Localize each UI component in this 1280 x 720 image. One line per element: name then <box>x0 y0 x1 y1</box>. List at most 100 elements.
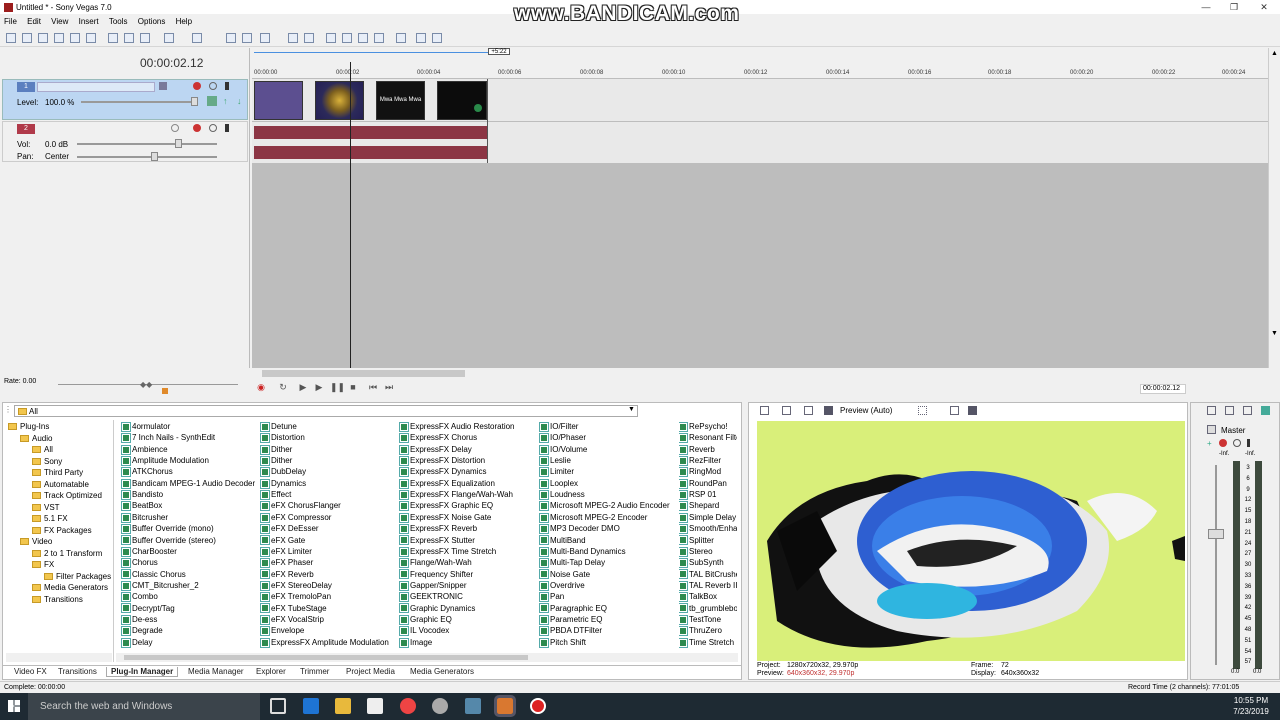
volume-slider-knob[interactable] <box>175 139 182 148</box>
plugin-list-item[interactable]: PBDA DTFilter <box>539 625 602 637</box>
plugin-list-item[interactable]: MP3 Decoder DMO <box>539 523 620 535</box>
tab-media-manager[interactable]: Media Manager <box>188 667 244 676</box>
taskbar-search-box[interactable]: Search the web and Windows <box>28 693 260 720</box>
save-icon[interactable] <box>38 33 48 43</box>
plugin-list-item[interactable]: Effect <box>260 489 291 500</box>
app-icon[interactable] <box>465 698 481 714</box>
plugin-list-item[interactable]: Buffer Override (stereo) <box>121 535 216 546</box>
tree-item[interactable]: Automatable <box>32 480 89 489</box>
menu-help[interactable]: Help <box>172 15 196 26</box>
plugin-list-item[interactable]: Smooth/Enhance <box>679 523 737 535</box>
taskbar-clock[interactable]: 10:55 PM 7/23/2019 <box>1226 695 1276 717</box>
plugin-list-item[interactable]: TestTone <box>679 614 737 625</box>
master-fader-knob[interactable] <box>1208 529 1224 539</box>
downmix-icon[interactable] <box>1225 406 1234 415</box>
pan-slider-knob[interactable] <box>151 152 158 161</box>
plugin-list-item[interactable]: Noise Gate <box>539 569 590 580</box>
play-from-start-icon[interactable]: ▶ <box>298 382 308 392</box>
plugin-list-item[interactable]: Bitcrusher <box>121 512 168 523</box>
plugin-list-item[interactable]: ExpressFX Time Stretch <box>399 546 496 557</box>
plugin-list-item[interactable]: GEEKTRONIC <box>399 591 463 603</box>
track-fx-icon[interactable] <box>193 124 201 132</box>
tab-plugin-manager[interactable]: Plug-In Manager <box>106 667 179 677</box>
normal-edit-icon[interactable] <box>326 33 336 43</box>
plugin-list-item[interactable]: Multi-Band Dynamics <box>539 546 626 557</box>
level-slider[interactable] <box>81 101 197 103</box>
plugin-list-item[interactable]: eFX DeEsser <box>260 523 319 535</box>
pan-slider[interactable] <box>77 156 217 158</box>
tree-scrollbar[interactable] <box>6 653 112 662</box>
plugin-list-item[interactable]: eFX StereoDelay <box>260 580 332 591</box>
undo-icon[interactable] <box>164 33 174 43</box>
plugin-list-item[interactable]: ExpressFX Equalization <box>399 478 495 489</box>
plugin-list-item[interactable]: CharBooster <box>121 546 177 557</box>
split-screen-icon[interactable] <box>804 406 813 415</box>
plugin-list-item[interactable]: Classic Chorus <box>121 569 186 580</box>
plugin-list-item[interactable]: De-ess <box>121 614 157 625</box>
tree-item[interactable]: Track Optimized <box>32 491 102 500</box>
overlays-icon[interactable] <box>824 406 833 415</box>
tree-item[interactable]: Transitions <box>32 595 83 604</box>
plugin-list-item[interactable]: Bandisto <box>121 489 163 500</box>
insert-bus-icon[interactable] <box>1261 406 1270 415</box>
compositing-icon[interactable] <box>207 96 217 106</box>
grid-icon[interactable] <box>918 406 927 415</box>
plugin-list-item[interactable]: ExpressFX Distortion <box>399 455 485 466</box>
menu-file[interactable]: File <box>0 15 21 26</box>
open-icon[interactable] <box>22 33 32 43</box>
preview-quality-select[interactable]: Preview (Auto) <box>840 406 892 415</box>
plugin-list-item[interactable]: RePsycho! <box>679 421 737 432</box>
plugin-list-item[interactable]: ExpressFX Stutter <box>399 535 475 546</box>
save-as-icon[interactable] <box>54 33 64 43</box>
plugin-list-item[interactable]: eFX ChorusFlanger <box>260 500 341 512</box>
pause-icon[interactable]: ❚❚ <box>330 382 345 392</box>
plugin-list-item[interactable]: Dynamics <box>260 478 306 489</box>
tree-item[interactable]: FX <box>32 560 54 569</box>
master-solo-icon[interactable] <box>1247 439 1250 447</box>
tab-transitions[interactable]: Transitions <box>58 667 97 676</box>
loop-playback-icon[interactable]: ↻ <box>278 382 288 392</box>
plugin-list-item[interactable]: TalkBox <box>679 591 737 603</box>
plugin-list-item[interactable]: tb_grumblebox <box>679 603 737 614</box>
plugin-list-item[interactable]: Time Stretch <box>679 637 737 648</box>
stop-icon[interactable]: ■ <box>348 382 358 392</box>
video-clip-thumbnail[interactable] <box>437 81 487 120</box>
rate-slider-knob[interactable]: ◆◆ <box>140 380 156 389</box>
plugin-list-item[interactable]: Loudness <box>539 489 585 500</box>
plugin-list-item[interactable]: RingMod <box>679 466 737 478</box>
plugin-list-item[interactable]: RSP 01 <box>679 489 737 500</box>
mute-icon[interactable] <box>209 82 217 90</box>
plugin-list-item[interactable]: ExpressFX Dynamics <box>399 466 486 478</box>
plugin-list-item[interactable]: Bandicam MPEG-1 Audio Decoder <box>121 478 255 489</box>
snap-icon[interactable] <box>226 33 236 43</box>
tab-explorer[interactable]: Explorer <box>256 667 286 676</box>
loop-end-marker[interactable]: +5:22 <box>488 48 510 55</box>
plugin-list-item[interactable]: Paragraphic EQ <box>539 603 607 614</box>
plugin-list-item[interactable]: Graphic EQ <box>399 614 452 625</box>
tree-item[interactable]: Third Party <box>32 468 83 477</box>
volume-slider[interactable] <box>77 143 217 145</box>
plugin-list-item[interactable]: Multi-Tap Delay <box>539 557 605 569</box>
plugin-list-item[interactable]: Microsoft MPEG-2 Audio Encoder <box>539 500 670 512</box>
child-icon[interactable]: ↓ <box>237 96 245 106</box>
menu-edit[interactable]: Edit <box>23 15 45 26</box>
master-fx-icon[interactable] <box>1219 439 1227 447</box>
lock-envelopes-icon[interactable] <box>288 33 298 43</box>
solo-icon[interactable] <box>225 82 229 90</box>
tab-media-generators[interactable]: Media Generators <box>410 667 474 676</box>
parent-icon[interactable]: ↑ <box>223 96 231 106</box>
menu-tools[interactable]: Tools <box>105 15 132 26</box>
plugin-list-item[interactable]: TAL BitCrusher <box>679 569 737 580</box>
save-snapshot-icon[interactable] <box>968 406 977 415</box>
plugin-list-item[interactable]: eFX Gate <box>260 535 305 546</box>
plugin-list-item[interactable]: Distortion <box>260 432 305 444</box>
plugin-list-item[interactable]: Pitch Shift <box>539 637 586 648</box>
copy-snapshot-icon[interactable] <box>950 406 959 415</box>
edge-browser-icon[interactable] <box>303 698 319 714</box>
new-icon[interactable] <box>6 33 16 43</box>
plugin-filter-select[interactable]: All <box>14 405 638 417</box>
tree-item[interactable]: FX Packages <box>32 526 92 535</box>
plugin-list-item[interactable]: Microsoft MPEG-2 Encoder <box>539 512 647 523</box>
plugin-list-item[interactable]: Decrypt/Tag <box>121 603 175 614</box>
plugin-list-item[interactable]: IO/Filter <box>539 421 578 432</box>
